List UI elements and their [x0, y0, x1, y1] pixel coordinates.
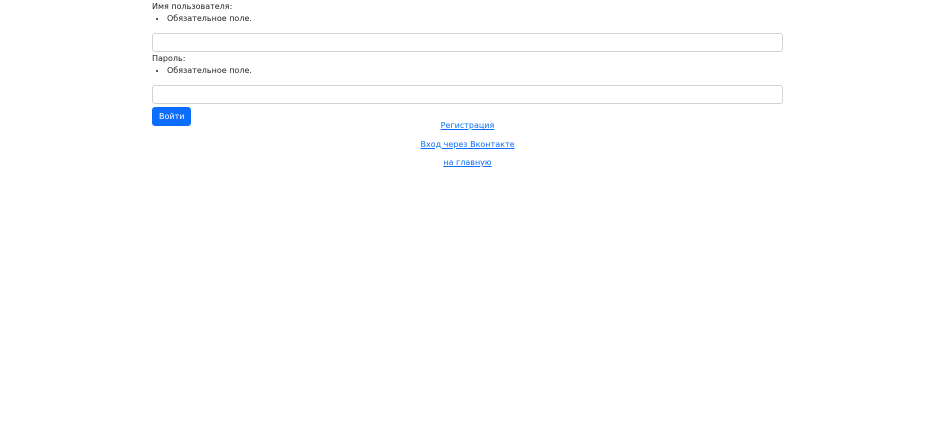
username-error-list: Обязательное поле. — [152, 13, 783, 24]
login-form: Имя пользователя: Обязательное поле. Пар… — [152, 0, 783, 126]
username-label: Имя пользователя: — [152, 2, 233, 11]
vk-login-link[interactable]: Вход через Вконтакте — [0, 139, 935, 150]
auth-links: Регистрация Вход через Вконтакте на глав… — [0, 120, 935, 176]
register-link[interactable]: Регистрация — [0, 120, 935, 131]
password-label: Пароль: — [152, 54, 186, 63]
password-error: Обязательное поле. — [167, 65, 783, 76]
username-input[interactable] — [152, 33, 783, 52]
home-link[interactable]: на главную — [0, 157, 935, 168]
password-error-list: Обязательное поле. — [152, 65, 783, 76]
password-input[interactable] — [152, 85, 783, 104]
username-error: Обязательное поле. — [167, 13, 783, 24]
